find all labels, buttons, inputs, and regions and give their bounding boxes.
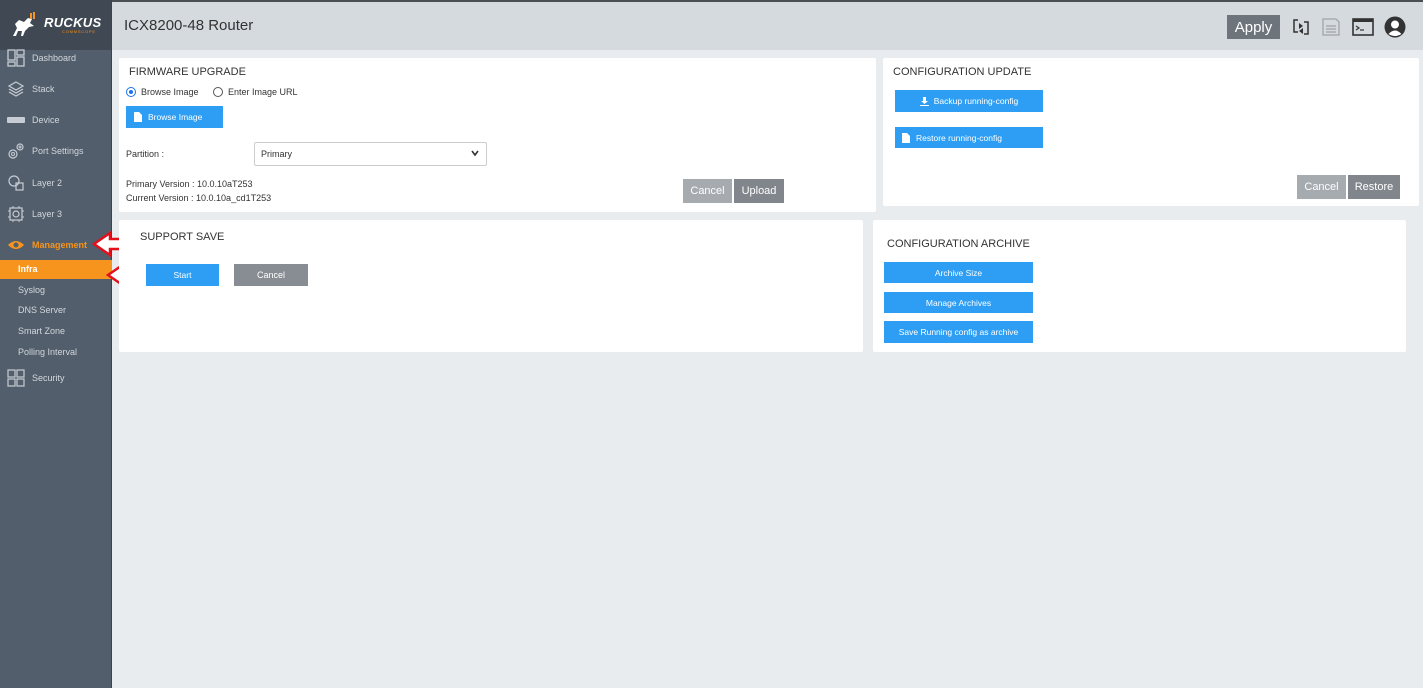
terminal-icon[interactable] <box>1352 16 1374 38</box>
sidebar-item-security[interactable]: Security <box>0 368 111 388</box>
primary-version: Primary Version : 10.0.10aT253 <box>126 179 253 189</box>
sidebar-item-label: Management <box>32 240 88 250</box>
support-save-title: SUPPORT SAVE <box>140 231 225 243</box>
upload-button[interactable]: Upload <box>734 179 784 203</box>
restore-button[interactable]: Restore <box>1348 175 1400 199</box>
sidebar-subitem-polling-interval[interactable]: Polling Interval <box>0 343 111 362</box>
save-running-config-archive-button[interactable]: Save Running config as archive <box>884 321 1033 343</box>
firmware-cancel-button[interactable]: Cancel <box>683 179 732 203</box>
sidebar-item-stack[interactable]: Stack <box>0 79 111 99</box>
brand-name: RUCKUS <box>44 15 102 30</box>
sidebar-subitem-dns-server[interactable]: DNS Server <box>0 301 111 320</box>
port-settings-icon <box>6 141 26 161</box>
dashboard-icon <box>6 48 26 68</box>
button-label: Browse Image <box>148 112 203 122</box>
sidebar-item-layer2[interactable]: Layer 2 <box>0 173 111 193</box>
dog-logo-icon <box>13 12 35 36</box>
sidebar-item-label: Device <box>32 115 60 125</box>
device-icon <box>6 110 26 130</box>
sidebar-item-label: Security <box>32 373 65 383</box>
user-icon[interactable] <box>1384 16 1406 38</box>
swap-icon[interactable] <box>1290 16 1312 38</box>
sidebar-item-label: Layer 3 <box>32 209 63 219</box>
sidebar-subitem-syslog[interactable]: Syslog <box>0 281 111 300</box>
firmware-upgrade-panel: FIRMWARE UPGRADE Browse Image Enter Imag… <box>119 58 876 212</box>
chevron-down-icon <box>471 150 479 157</box>
configuration-archive-panel: CONFIGURATION ARCHIVE Archive Size Manag… <box>873 220 1406 352</box>
button-label: Backup running-config <box>933 96 1019 106</box>
enter-image-url-radio[interactable]: Enter Image URL <box>213 87 298 97</box>
download-icon <box>919 96 929 106</box>
browse-image-radio[interactable]: Browse Image <box>126 87 199 97</box>
archive-size-button[interactable]: Archive Size <box>884 262 1033 283</box>
radio-label: Enter Image URL <box>228 87 298 97</box>
configuration-update-title: CONFIGURATION UPDATE <box>893 66 1032 78</box>
start-button[interactable]: Start <box>146 264 219 286</box>
file-icon <box>134 112 142 122</box>
partition-select[interactable]: Primary <box>254 142 487 166</box>
manage-archives-button[interactable]: Manage Archives <box>884 292 1033 313</box>
apply-button[interactable]: Apply <box>1227 15 1280 39</box>
ruckus-logo: RUCKUS COMMSCOPE <box>0 0 111 50</box>
select-value: Primary <box>261 149 292 159</box>
browse-image-button[interactable]: Browse Image <box>126 106 223 128</box>
sidebar-item-dashboard[interactable]: Dashboard <box>0 48 111 68</box>
sidebar-item-device[interactable]: Device <box>0 110 111 130</box>
sidebar-item-label: Port Settings <box>32 146 84 156</box>
top-bar: ICX8200-48 Router Apply <box>112 0 1423 50</box>
eye-icon <box>6 235 26 255</box>
config-update-cancel-button[interactable]: Cancel <box>1297 175 1346 199</box>
restore-running-config-button[interactable]: Restore running-config <box>895 127 1043 148</box>
sidebar-subitem-infra[interactable]: Infra <box>0 260 112 279</box>
sidebar-item-port-settings[interactable]: Port Settings <box>0 141 111 161</box>
save-icon[interactable] <box>1320 16 1342 38</box>
brand-sub: COMMSCOPE <box>62 29 96 34</box>
backup-running-config-button[interactable]: Backup running-config <box>895 90 1043 112</box>
current-version: Current Version : 10.0.10a_cd1T253 <box>126 193 272 203</box>
layer3-icon <box>6 204 26 224</box>
support-save-cancel-button[interactable]: Cancel <box>234 264 308 286</box>
button-label: Restore running-config <box>916 132 1002 143</box>
layer2-icon <box>6 173 26 193</box>
sidebar-item-label: Layer 2 <box>32 178 63 188</box>
file-icon <box>902 132 910 143</box>
sidebar: RUCKUS COMMSCOPE Dashboard Stack Device … <box>0 0 112 688</box>
firmware-upgrade-title: FIRMWARE UPGRADE <box>129 66 246 78</box>
page-title: ICX8200-48 Router <box>124 17 254 34</box>
sidebar-item-label: Stack <box>32 84 55 94</box>
configuration-update-panel: CONFIGURATION UPDATE Backup running-conf… <box>883 58 1419 206</box>
sidebar-subitem-smart-zone[interactable]: Smart Zone <box>0 322 111 341</box>
radio-label: Browse Image <box>141 87 199 97</box>
partition-label: Partition : <box>126 149 165 159</box>
sidebar-item-label: Dashboard <box>32 53 77 63</box>
configuration-archive-title: CONFIGURATION ARCHIVE <box>887 238 1030 250</box>
security-icon <box>6 368 26 388</box>
support-save-panel: SUPPORT SAVE Start Cancel <box>119 220 863 352</box>
sidebar-item-layer3[interactable]: Layer 3 <box>0 204 111 224</box>
stack-icon <box>6 79 26 99</box>
